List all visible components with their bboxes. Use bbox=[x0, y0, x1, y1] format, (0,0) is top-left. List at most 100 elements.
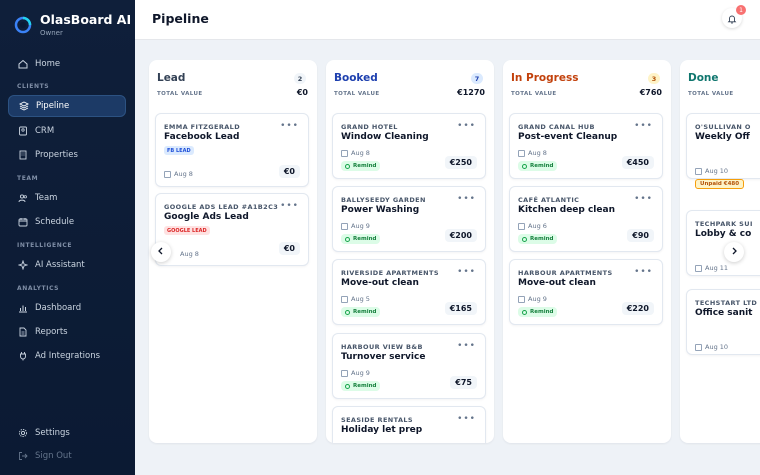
nav-pipeline[interactable]: Pipeline bbox=[8, 95, 126, 117]
bell-icon bbox=[345, 236, 350, 242]
contacts-icon bbox=[17, 126, 28, 137]
deal-card[interactable]: O'SULLIVAN O Weekly Off Aug 10 Unpaid €4… bbox=[686, 113, 760, 189]
deal-card[interactable]: GOOGLE ADS LEAD #A1B2C3 Google Ads Lead … bbox=[155, 193, 309, 266]
deal-card[interactable]: TECHSTART LTD Office sanit Aug 10 bbox=[686, 289, 760, 355]
calendar-icon bbox=[518, 222, 525, 230]
card-title: Turnover service bbox=[341, 352, 426, 362]
card-client: HARBOUR VIEW B&B bbox=[341, 343, 423, 351]
deal-card[interactable]: RIVERSIDE APARTMENTS Move-out clean ••• … bbox=[332, 259, 486, 325]
nav-section-analytics: ANALYTICS bbox=[17, 285, 60, 292]
calendar-icon bbox=[164, 170, 171, 178]
nav-sign-out-label: Sign Out bbox=[35, 451, 72, 461]
page-title: Pipeline bbox=[152, 11, 209, 26]
nav-home[interactable]: Home bbox=[8, 53, 126, 75]
scroll-left-button[interactable] bbox=[151, 242, 171, 262]
brand[interactable]: OlasBoard AI Owner bbox=[14, 12, 131, 37]
layers-icon bbox=[18, 101, 29, 112]
deal-card[interactable]: EMMA FITZGERALD Facebook Lead ••• FB LEA… bbox=[155, 113, 309, 187]
card-date-text: Aug 8 bbox=[174, 170, 193, 178]
calendar-icon bbox=[695, 264, 702, 272]
column-lead: Lead 2 TOTAL VALUE €0 EMMA FITZGERALD Fa… bbox=[149, 60, 317, 443]
card-client: RIVERSIDE APARTMENTS bbox=[341, 269, 439, 277]
remind-button[interactable]: Remind bbox=[518, 161, 558, 171]
remind-button[interactable]: Remind bbox=[341, 234, 381, 244]
card-menu-button[interactable]: ••• bbox=[634, 194, 653, 204]
column-count: 7 bbox=[471, 73, 483, 84]
deal-card[interactable]: GRAND HOTEL Window Cleaning ••• Aug 8 Re… bbox=[332, 113, 486, 179]
deal-card[interactable]: HARBOUR APARTMENTS Move-out clean ••• Au… bbox=[509, 259, 663, 325]
column-in-progress: In Progress 3 TOTAL VALUE €760 GRAND CAN… bbox=[503, 60, 671, 443]
nav-dashboard[interactable]: Dashboard bbox=[8, 297, 126, 319]
card-menu-button[interactable]: ••• bbox=[634, 121, 653, 131]
card-menu-button[interactable]: ••• bbox=[457, 414, 476, 424]
chart-icon bbox=[17, 303, 28, 314]
card-client: SEASIDE RENTALS bbox=[341, 416, 414, 424]
card-amount: €0 bbox=[278, 165, 300, 178]
remind-button[interactable]: Remind bbox=[341, 307, 381, 317]
scroll-right-button[interactable] bbox=[724, 242, 744, 262]
card-amount: €450 bbox=[621, 156, 654, 169]
bell-icon bbox=[522, 309, 527, 315]
pipeline-board: Lead 2 TOTAL VALUE €0 EMMA FITZGERALD Fa… bbox=[135, 40, 760, 475]
calendar-icon bbox=[341, 149, 348, 157]
card-menu-button[interactable]: ••• bbox=[457, 267, 476, 277]
card-amount: €250 bbox=[444, 156, 477, 169]
card-client: HARBOUR APARTMENTS bbox=[518, 269, 613, 277]
nav-team[interactable]: Team bbox=[8, 187, 126, 209]
notification-badge: 1 bbox=[736, 5, 746, 15]
card-title: Office sanit bbox=[695, 308, 753, 318]
notifications-button[interactable]: 1 bbox=[722, 5, 746, 28]
card-client: TECHPARK SUI bbox=[695, 220, 753, 228]
card-title: Weekly Off bbox=[695, 132, 750, 142]
nav-properties[interactable]: Properties bbox=[8, 144, 126, 166]
card-menu-button[interactable]: ••• bbox=[280, 121, 299, 131]
deal-card[interactable]: BALLYSEEDY GARDEN Power Washing ••• Aug … bbox=[332, 186, 486, 252]
card-menu-button[interactable]: ••• bbox=[634, 267, 653, 277]
deal-card[interactable]: HARBOUR VIEW B&B Turnover service ••• Au… bbox=[332, 333, 486, 399]
nav-ai-assistant[interactable]: AI Assistant bbox=[8, 254, 126, 276]
nav-section-clients: CLIENTS bbox=[17, 83, 50, 90]
card-date-text: Aug 8 bbox=[528, 149, 547, 157]
sidebar: OlasBoard AI Owner Home CLIENTS Pipeline… bbox=[0, 0, 135, 475]
remind-label: Remind bbox=[353, 383, 377, 389]
nav-reports-label: Reports bbox=[35, 327, 68, 337]
card-menu-button[interactable]: ••• bbox=[457, 121, 476, 131]
remind-button[interactable]: Remind bbox=[341, 381, 381, 391]
source-tag: FB LEAD bbox=[164, 146, 194, 155]
card-date-text: Aug 9 bbox=[351, 369, 370, 377]
card-date: Aug 9 bbox=[518, 295, 547, 303]
card-date-text: Aug 9 bbox=[351, 222, 370, 230]
nav-settings[interactable]: Settings bbox=[8, 422, 126, 444]
card-date: Aug 6 bbox=[518, 222, 547, 230]
card-menu-button[interactable]: ••• bbox=[280, 201, 299, 211]
bell-icon bbox=[522, 163, 527, 169]
nav-sign-out[interactable]: Sign Out bbox=[8, 445, 126, 467]
card-menu-button[interactable]: ••• bbox=[457, 194, 476, 204]
card-amount: €220 bbox=[621, 302, 654, 315]
nav-ad-integrations[interactable]: Ad Integrations bbox=[8, 345, 126, 367]
card-title: Kitchen deep clean bbox=[518, 205, 615, 215]
deal-card[interactable]: SEASIDE RENTALS Holiday let prep ••• bbox=[332, 406, 486, 443]
nav-crm[interactable]: CRM bbox=[8, 120, 126, 142]
calendar-icon bbox=[695, 343, 702, 351]
remind-button[interactable]: Remind bbox=[518, 234, 558, 244]
nav-section-intelligence: INTELLIGENCE bbox=[17, 242, 73, 249]
card-date: Aug 8 bbox=[180, 250, 199, 258]
remind-button[interactable]: Remind bbox=[341, 161, 381, 171]
card-title: Google Ads Lead bbox=[164, 212, 249, 222]
card-date-text: Aug 11 bbox=[705, 264, 729, 272]
card-date: Aug 10 bbox=[695, 167, 728, 175]
total-value-label: TOTAL VALUE bbox=[688, 91, 734, 97]
card-date-text: Aug 10 bbox=[705, 167, 729, 175]
deal-card[interactable]: CAFÉ ATLANTIC Kitchen deep clean ••• Aug… bbox=[509, 186, 663, 252]
calendar-icon bbox=[695, 167, 702, 175]
remind-button[interactable]: Remind bbox=[518, 307, 558, 317]
nav-schedule[interactable]: Schedule bbox=[8, 211, 126, 233]
nav-reports[interactable]: Reports bbox=[8, 321, 126, 343]
deal-card[interactable]: GRAND CANAL HUB Post-event Cleanup ••• A… bbox=[509, 113, 663, 179]
calendar-icon bbox=[518, 295, 525, 303]
bell-icon bbox=[345, 309, 350, 315]
deal-card[interactable]: TECHPARK SUI Lobby & co Aug 11 bbox=[686, 210, 760, 276]
card-menu-button[interactable]: ••• bbox=[457, 341, 476, 351]
card-date: Aug 8 bbox=[164, 170, 193, 178]
